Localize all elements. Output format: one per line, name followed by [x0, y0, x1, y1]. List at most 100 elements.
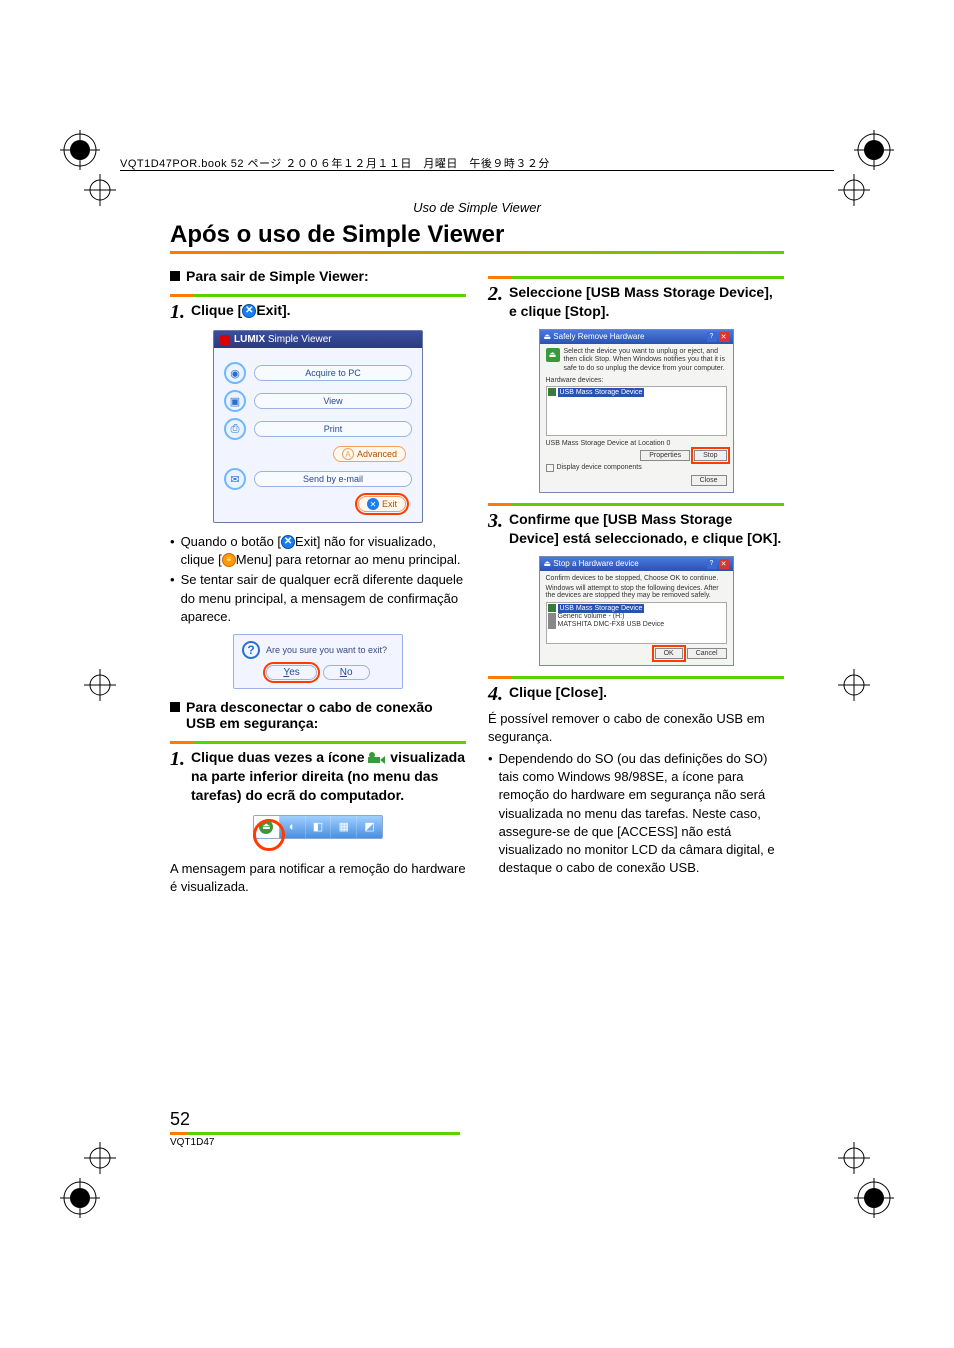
app-row-print[interactable]: ⎙ Print — [224, 418, 412, 440]
advanced-label: Advanced — [357, 449, 397, 459]
dialog-desc: Select the device you want to unplug or … — [564, 348, 727, 373]
dialog-title: Safely Remove Hardware — [553, 332, 644, 341]
app-row-view[interactable]: ▣ View — [224, 390, 412, 412]
register-mark-bl — [80, 1138, 120, 1178]
register-mark-tr — [834, 170, 874, 210]
stop-hardware-dialog: ⏏ Stop a Hardware device ? ✕ Confirm dev… — [539, 556, 734, 666]
step-text: Clique duas vezes a ícone — [191, 749, 365, 765]
app-row-label: Acquire to PC — [254, 365, 412, 381]
no-button[interactable]: NNoo — [323, 665, 370, 680]
email-icon: ✉ — [224, 468, 246, 490]
page-title: Após o uso de Simple Viewer — [170, 221, 784, 249]
app-row-label: Send by e-mail — [254, 471, 412, 487]
stop-button[interactable]: Stop — [694, 450, 726, 461]
hardware-icon: ⏏ — [544, 559, 552, 568]
step-number: 4. — [488, 683, 503, 704]
crop-mark-tr — [854, 130, 894, 170]
print-icon: ⎙ — [224, 418, 246, 440]
list-item-selected: USB Mass Storage Device — [558, 388, 645, 397]
step-number: 2. — [488, 283, 503, 304]
close-x-icon: ✕ — [281, 535, 295, 549]
volume-icon — [548, 613, 556, 621]
step-4: 4. Clique [Close]. — [488, 683, 784, 704]
checkbox[interactable] — [546, 464, 554, 472]
app-title-prefix: LUMIX — [234, 334, 265, 345]
subheading-exit: Para sair de Simple Viewer: — [170, 268, 466, 284]
subheading-exit-text: Para sair de Simple Viewer: — [186, 268, 369, 284]
device-list[interactable]: USB Mass Storage Device Generic volume -… — [546, 602, 727, 644]
list-item: MATSHITA DMC-FX8 USB Device — [558, 621, 665, 628]
safely-remove-dialog: ⏏ Safely Remove Hardware ? ✕ ⏏ Select th… — [539, 329, 734, 493]
register-mark-ml — [80, 665, 120, 705]
register-mark-tl — [80, 170, 120, 210]
properties-button[interactable]: Properties — [640, 450, 690, 461]
step-text: Exit]. — [256, 302, 290, 318]
close-button[interactable]: Close — [691, 475, 727, 486]
step-3: 3. Confirme que [USB Mass Storage Device… — [488, 510, 784, 548]
app-row-email[interactable]: ✉ Send by e-mail — [224, 468, 412, 490]
tray-icon: ◐ — [279, 816, 305, 838]
close-x-icon: ✕ — [242, 304, 256, 318]
page-number: 52 — [170, 1109, 460, 1130]
advanced-button[interactable]: A Advanced — [333, 446, 406, 462]
print-header: VQT1D47POR.book 52 ページ ２００６年１２月１１日 月曜日 午… — [120, 155, 834, 171]
disk-icon — [548, 621, 556, 629]
tray-icon: ◧ — [305, 816, 331, 838]
device-location: USB Mass Storage Device at Location 0 — [546, 440, 727, 447]
menu-icon: ≡ — [222, 553, 236, 567]
checkbox-label: Display device components — [557, 464, 642, 471]
crop-mark-br — [854, 1178, 894, 1218]
step-1-usb: 1. Clique duas vezes a ícone visualizada… — [170, 748, 466, 805]
lumix-logo-icon — [220, 335, 230, 345]
dialog-title: Stop a Hardware device — [553, 559, 638, 568]
step-divider — [488, 503, 784, 506]
subheading-usb-text: Para desconectar o cabo de conexão USB e… — [186, 699, 466, 731]
close-icon[interactable]: ✕ — [719, 559, 729, 569]
hardware-list[interactable]: USB Mass Storage Device — [546, 386, 727, 436]
safely-remove-tray-icon[interactable]: ⏏ — [259, 820, 273, 834]
note-remove: A mensagem para notificar a remoção do h… — [170, 860, 466, 896]
ok-button[interactable]: OK — [655, 648, 683, 659]
camera-icon: ◉ — [224, 362, 246, 384]
note-confirm: • Se tentar sair de qualquer ecrã difere… — [170, 571, 466, 626]
square-bullet-icon — [170, 702, 180, 712]
help-icon[interactable]: ? — [707, 559, 717, 569]
section-label: Uso de Simple Viewer — [170, 200, 784, 215]
app-titlebar: LUMIX Simple Viewer — [214, 331, 422, 348]
app-row-acquire[interactable]: ◉ Acquire to PC — [224, 362, 412, 384]
exit-icon: ✕ — [367, 498, 379, 510]
yes-button[interactable]: YYeses — [266, 665, 316, 680]
usb-device-icon — [548, 388, 556, 396]
view-icon: ▣ — [224, 390, 246, 412]
note-exit-not-shown: • Quando o botão [✕Exit] não for visuali… — [170, 533, 466, 569]
hardware-label: Hardware devices: — [546, 377, 727, 384]
app-row-label: View — [254, 393, 412, 409]
step-divider — [170, 294, 466, 297]
cancel-button[interactable]: Cancel — [687, 648, 727, 659]
dialog-titlebar: ⏏ Safely Remove Hardware ? ✕ — [540, 330, 733, 344]
step-number: 1. — [170, 748, 185, 769]
app-title-rest: Simple Viewer — [268, 334, 332, 345]
exit-button[interactable]: ✕ Exit — [358, 496, 406, 512]
hardware-icon: ⏏ — [546, 348, 560, 362]
help-icon[interactable]: ? — [707, 332, 717, 342]
advanced-icon: A — [342, 448, 354, 460]
safely-remove-icon — [368, 751, 386, 765]
exit-label: Exit — [382, 499, 397, 509]
page-footer: 52 VQT1D47 — [170, 1109, 460, 1148]
step-text: Clique [ — [191, 302, 242, 318]
crop-mark-tl — [60, 130, 100, 170]
dialog-titlebar: ⏏ Stop a Hardware device ? ✕ — [540, 557, 733, 571]
step-divider — [488, 676, 784, 679]
step-text: Seleccione [USB Mass Storage Device], e … — [509, 283, 784, 321]
step-divider — [488, 276, 784, 279]
step-text: Confirme que [USB Mass Storage Device] e… — [509, 510, 784, 548]
close-icon[interactable]: ✕ — [719, 332, 729, 342]
step4-note: • Dependendo do SO (ou das definições do… — [488, 750, 784, 877]
step4-body: É possível remover o cabo de conexão USB… — [488, 710, 784, 746]
crop-mark-bl — [60, 1178, 100, 1218]
tray-icon: ▦ — [330, 816, 356, 838]
step-divider — [170, 741, 466, 744]
usb-device-icon — [548, 604, 556, 612]
footer-rule — [170, 1132, 460, 1135]
